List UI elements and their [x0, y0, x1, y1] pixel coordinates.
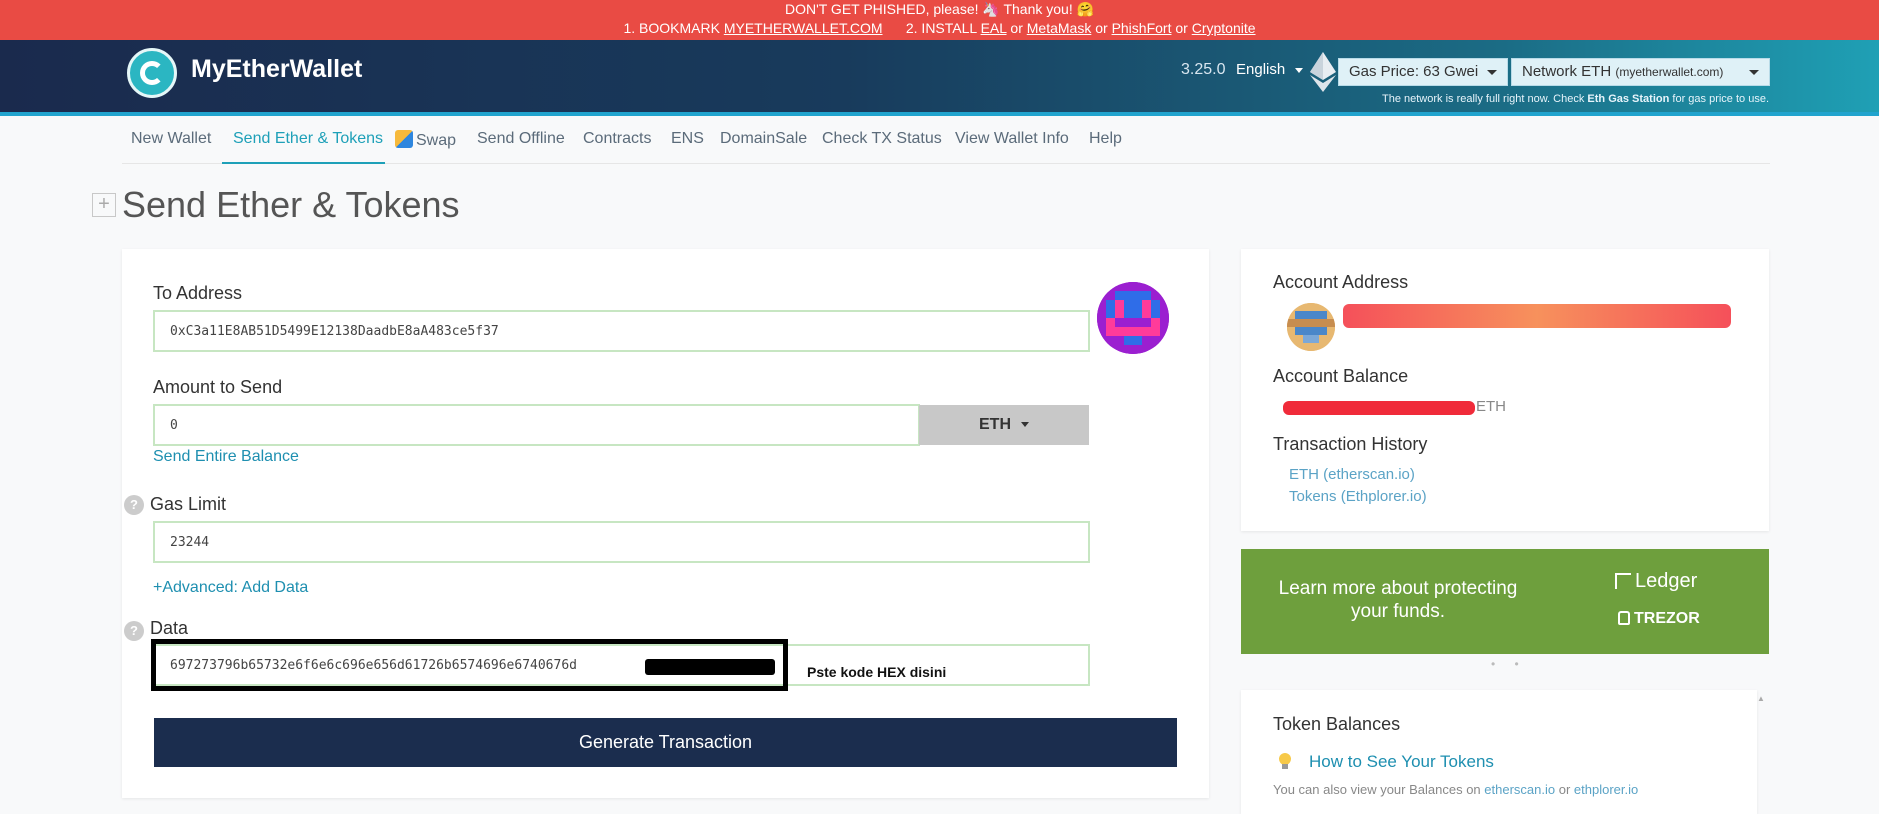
generate-transaction-button[interactable]: Generate Transaction: [154, 718, 1177, 767]
eth-gas-station-link[interactable]: Eth Gas Station: [1587, 93, 1669, 105]
gas-limit-input[interactable]: 23244: [153, 521, 1090, 563]
tab-domainsale[interactable]: DomainSale: [720, 130, 807, 148]
recipient-identicon: [1097, 282, 1169, 354]
eal-link[interactable]: EAL: [981, 20, 1007, 36]
cryptonite-link[interactable]: Cryptonite: [1192, 20, 1256, 36]
chevron-down-icon: [1295, 67, 1304, 73]
tab-swap[interactable]: Swap: [395, 130, 456, 150]
tab-view-wallet-info[interactable]: View Wallet Info: [955, 130, 1069, 148]
to-address-label: To Address: [153, 283, 243, 303]
page-title: Send Ether & Tokens: [122, 184, 460, 225]
ledger-logo: Ledger: [1615, 570, 1697, 593]
to-address-input[interactable]: 0xC3a11E8AB51D5499E12138DaadbE8aA483ce5f…: [153, 310, 1090, 352]
account-identicon: [1287, 303, 1335, 351]
ethplorer-history-link[interactable]: Tokens (Ethplorer.io): [1289, 488, 1427, 505]
gas-price-select[interactable]: Gas Price: 63 Gwei: [1338, 58, 1508, 86]
expand-icon[interactable]: +: [92, 193, 116, 217]
account-balance-label: Account Balance: [1273, 366, 1409, 386]
help-icon[interactable]: ?: [124, 495, 144, 515]
scroll-up-icon[interactable]: ▲: [1757, 694, 1765, 703]
promo-text: Learn more about protecting your funds.: [1278, 578, 1518, 622]
trezor-logo: TREZOR: [1618, 610, 1700, 628]
token-view-note: You can also view your Balances on ether…: [1273, 782, 1639, 797]
chevron-down-icon: [1487, 70, 1497, 75]
tab-contracts[interactable]: Contracts: [583, 130, 651, 148]
tab-send-ether-tokens[interactable]: Send Ether & Tokens: [233, 130, 383, 148]
redacted-balance: [1283, 401, 1475, 415]
gas-limit-label: Gas Limit: [150, 494, 227, 514]
tab-new-wallet[interactable]: New Wallet: [131, 130, 211, 148]
mew-logo-icon[interactable]: [127, 48, 177, 98]
tab-check-tx-status[interactable]: Check TX Status: [822, 130, 942, 148]
language-select[interactable]: English: [1236, 61, 1304, 78]
ethplorer-link[interactable]: ethplorer.io: [1574, 782, 1638, 797]
carousel-dots[interactable]: • •: [1491, 657, 1527, 671]
amount-label: Amount to Send: [153, 377, 283, 397]
amount-input[interactable]: 0: [153, 404, 920, 446]
bookmark-link[interactable]: MYETHERWALLET.COM: [724, 20, 883, 36]
ledger-icon: [1615, 573, 1631, 589]
data-label: Data: [150, 618, 189, 638]
network-select[interactable]: Network ETH (myetherwallet.com): [1511, 58, 1770, 86]
chevron-down-icon: [1749, 70, 1759, 75]
lightbulb-icon: [1278, 753, 1292, 771]
etherscan-history-link[interactable]: ETH (etherscan.io): [1289, 466, 1415, 483]
balance-unit: ETH: [1476, 398, 1506, 415]
account-address-label: Account Address: [1273, 272, 1409, 292]
help-icon[interactable]: ?: [124, 621, 144, 641]
swap-icon: [395, 130, 413, 148]
version-label: 3.25.0: [1181, 61, 1226, 78]
lock-icon: [1618, 611, 1630, 625]
phishing-warning-banner: DON'T GET PHISHED, please! 🦄 Thank you! …: [0, 0, 1879, 40]
data-hint-annotation: Pste kode HEX disini: [807, 664, 947, 680]
send-entire-balance-link[interactable]: Send Entire Balance: [153, 448, 299, 466]
transaction-history-label: Transaction History: [1273, 434, 1428, 454]
warning-line-2: 1. BOOKMARK MYETHERWALLET.COM 2. INSTALL…: [623, 20, 1256, 36]
metamask-link[interactable]: MetaMask: [1027, 20, 1092, 36]
main-nav: New Wallet Send Ether & Tokens Swap Send…: [122, 116, 1770, 164]
warning-line-1: DON'T GET PHISHED, please! 🦄 Thank you! …: [784, 1, 1095, 17]
network-congestion-note: The network is really full right now. Ch…: [1381, 93, 1769, 105]
brand-name[interactable]: MyEtherWallet: [191, 55, 362, 84]
redacted-account-address: [1343, 304, 1731, 328]
token-balances-title: Token Balances: [1273, 714, 1401, 734]
tab-ens[interactable]: ENS: [671, 130, 704, 148]
etherscan-link[interactable]: etherscan.io: [1484, 782, 1555, 797]
active-tab-indicator: [222, 162, 385, 164]
redaction-mark: [645, 659, 775, 675]
tab-send-offline[interactable]: Send Offline: [477, 130, 565, 148]
tab-help[interactable]: Help: [1089, 130, 1122, 148]
advanced-add-data-link[interactable]: +Advanced: Add Data: [153, 579, 308, 597]
chevron-down-icon: [1021, 422, 1029, 428]
ethereum-icon: [1310, 52, 1336, 92]
how-to-see-tokens-link[interactable]: How to See Your Tokens: [1309, 752, 1494, 772]
currency-select[interactable]: ETH: [919, 405, 1089, 445]
phishfort-link[interactable]: PhishFort: [1112, 20, 1172, 36]
